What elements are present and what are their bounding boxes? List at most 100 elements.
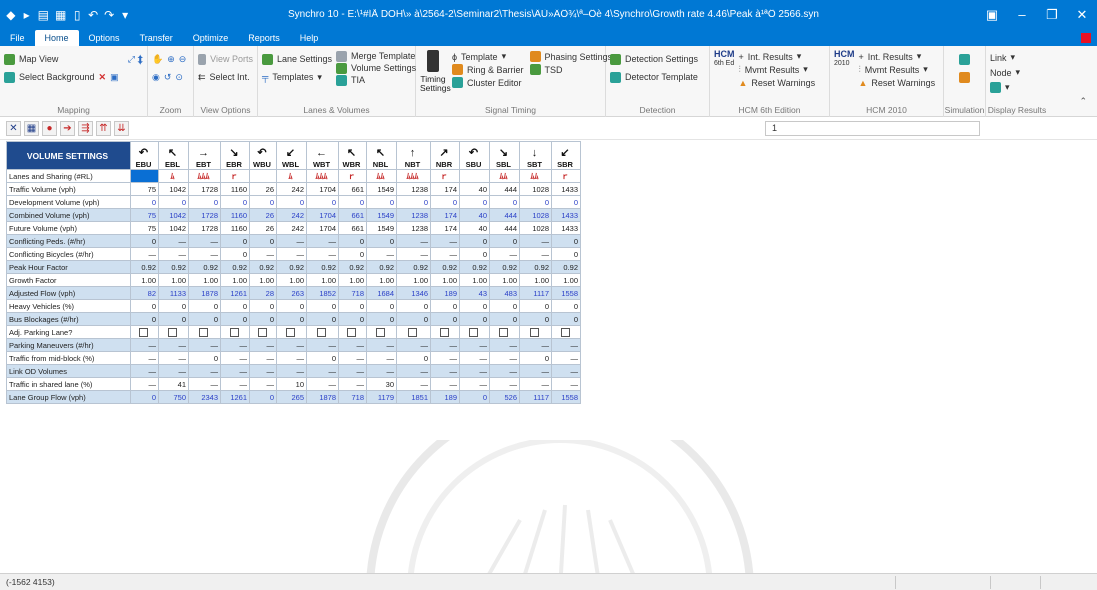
table-cell[interactable]: — [188, 338, 221, 352]
table-cell[interactable]: — [551, 351, 581, 365]
table-cell[interactable]: — [306, 234, 339, 248]
map-view-button[interactable]: Map View ⤢ ⬍ [4, 50, 143, 68]
table-cell[interactable]: 1728 [188, 182, 221, 196]
table-cell[interactable]: 1160 [220, 208, 250, 222]
table-cell[interactable]: 0 [459, 234, 490, 248]
lanes-cell[interactable] [249, 169, 277, 183]
table-cell[interactable]: 0 [220, 234, 250, 248]
phasing-settings-button[interactable]: Phasing Settings [529, 50, 612, 63]
table-cell[interactable]: — [130, 351, 159, 365]
table-cell[interactable]: 0 [249, 299, 277, 313]
parking-lane-checkbox[interactable] [376, 327, 385, 337]
table-cell[interactable]: 0 [249, 312, 277, 326]
table-cell[interactable]: 0 [396, 351, 431, 365]
table-cell[interactable]: — [366, 351, 397, 365]
table-cell[interactable]: — [188, 364, 221, 378]
simulation-button[interactable] [948, 50, 981, 68]
table-cell[interactable]: — [519, 338, 552, 352]
table-cell[interactable]: — [188, 377, 221, 391]
table-cell[interactable]: — [276, 234, 307, 248]
table-cell[interactable]: 0.92 [306, 260, 339, 274]
table-cell[interactable]: 26 [249, 208, 277, 222]
parking-lane-checkbox[interactable] [439, 327, 449, 337]
ring-barrier-button[interactable]: Ring & Barrier [452, 63, 524, 76]
lanes-cell[interactable]: ﾑﾑﾑ [306, 169, 339, 183]
table-cell[interactable]: 40 [459, 208, 490, 222]
table-cell[interactable]: 0 [366, 234, 397, 248]
table-cell[interactable]: 0 [551, 247, 581, 261]
table-cell[interactable]: — [130, 247, 159, 261]
lanes-cell[interactable]: ﾑﾑ [366, 169, 397, 183]
table-cell[interactable]: 0 [519, 312, 552, 326]
table-cell[interactable]: 10 [276, 377, 307, 391]
table-cell[interactable]: 242 [276, 208, 307, 222]
table-cell[interactable]: 1042 [158, 221, 189, 235]
table-cell[interactable]: — [220, 338, 250, 352]
table-cell[interactable]: 0 [338, 247, 367, 261]
table-cell[interactable]: 1704 [306, 208, 339, 222]
table-cell[interactable]: 28 [249, 286, 277, 300]
parking-lane-checkbox[interactable] [286, 327, 295, 337]
map-tool-icon[interactable]: ⤢ ⬍ [128, 54, 143, 65]
table-cell[interactable] [489, 325, 520, 339]
lanes-cell[interactable]: ﾑﾑ [489, 169, 520, 183]
table-cell[interactable]: — [276, 351, 307, 365]
table-cell[interactable]: — [430, 351, 460, 365]
table-cell[interactable]: 1.00 [306, 273, 339, 287]
parking-lane-checkbox[interactable] [199, 327, 208, 337]
table-cell[interactable]: 0 [130, 390, 159, 404]
table-cell[interactable]: 1878 [306, 390, 339, 404]
table-cell[interactable]: 0 [338, 195, 367, 209]
table-cell[interactable]: 1.00 [158, 273, 189, 287]
remove-background-icon[interactable]: ✕ [99, 72, 107, 83]
table-cell[interactable]: 1433 [551, 208, 581, 222]
table-cell[interactable]: — [188, 247, 221, 261]
table-cell[interactable]: 0 [551, 299, 581, 313]
table-cell[interactable]: — [158, 364, 189, 378]
table-cell[interactable]: — [188, 234, 221, 248]
open-icon[interactable]: ▸ [22, 8, 32, 22]
table-cell[interactable]: 265 [276, 390, 307, 404]
parking-lane-checkbox[interactable] [347, 327, 356, 337]
table-cell[interactable]: 75 [130, 221, 159, 235]
table-cell[interactable]: 0.92 [366, 260, 397, 274]
table-cell[interactable]: — [130, 377, 159, 391]
table-cell[interactable]: 0 [489, 195, 520, 209]
table-cell[interactable]: 0 [430, 312, 460, 326]
close-file-icon[interactable] [1081, 33, 1091, 43]
table-cell[interactable]: — [220, 351, 250, 365]
table-cell[interactable]: 242 [276, 182, 307, 196]
detection-settings-button[interactable]: Detection Settings [610, 50, 705, 68]
table-cell[interactable]: 1238 [396, 208, 431, 222]
table-cell[interactable]: 0 [489, 299, 520, 313]
merge-template-button[interactable]: Merge Template [336, 50, 416, 62]
close-window-icon[interactable]: ✕ [6, 121, 21, 136]
table-cell[interactable]: 1.00 [459, 273, 490, 287]
lanes-cell[interactable]: ﾑﾑﾑ [188, 169, 221, 183]
table-cell[interactable]: 0 [459, 390, 490, 404]
table-cell[interactable]: 0 [338, 234, 367, 248]
table-cell[interactable]: 1.00 [220, 273, 250, 287]
zoom-all-icon[interactable]: ◉ [152, 72, 160, 83]
detector-template-button[interactable]: Detector Template [610, 68, 705, 86]
table-cell[interactable]: 189 [430, 390, 460, 404]
table-cell[interactable]: 30 [366, 377, 397, 391]
table-cell[interactable]: 0.92 [489, 260, 520, 274]
parking-lane-checkbox[interactable] [530, 327, 539, 337]
table-cell[interactable]: — [396, 234, 431, 248]
link-dropdown[interactable]: Link ▾ [990, 50, 1044, 65]
table-cell[interactable]: 1238 [396, 182, 431, 196]
table-cell[interactable]: 0 [519, 351, 552, 365]
table-cell[interactable]: — [249, 364, 277, 378]
lanes-cell[interactable]: ｒ [430, 169, 460, 183]
pan-icon[interactable]: ✋ [152, 54, 163, 65]
table-cell[interactable]: 0 [396, 299, 431, 313]
undo-icon[interactable]: ↶ [88, 8, 98, 22]
table-cell[interactable]: — [430, 247, 460, 261]
table-cell[interactable]: — [519, 364, 552, 378]
table-cell[interactable]: 1.00 [276, 273, 307, 287]
table-cell[interactable]: — [396, 338, 431, 352]
table-cell[interactable]: 1878 [188, 286, 221, 300]
table-cell[interactable]: — [551, 364, 581, 378]
table-cell[interactable]: 0.92 [276, 260, 307, 274]
